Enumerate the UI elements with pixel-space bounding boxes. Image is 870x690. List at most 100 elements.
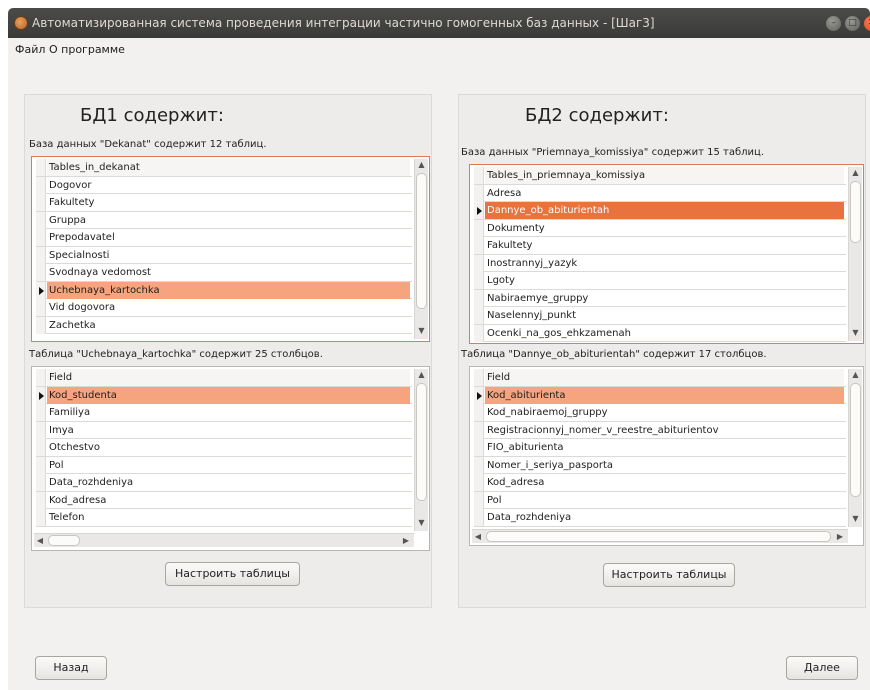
db1-column-row[interactable]: Kod_adresa xyxy=(36,491,412,509)
db1-tables-vscroll[interactable]: ▲ ▼ xyxy=(414,159,428,339)
db1-configure-button[interactable]: Настроить таблицы xyxy=(165,562,300,586)
db1-column-cell[interactable]: Otchestvo xyxy=(47,439,410,456)
db2-tables-vscroll[interactable]: ▲ ▼ xyxy=(848,167,862,341)
row-indicator[interactable] xyxy=(36,299,46,316)
scroll-up-icon[interactable]: ▲ xyxy=(415,159,428,171)
db2-column-row[interactable]: Data_rozhdeniya xyxy=(474,509,846,527)
db1-table-cell[interactable]: Svodnaya vedomost xyxy=(47,264,410,281)
scroll-left-icon[interactable]: ◀ xyxy=(472,530,484,543)
db2-table-row[interactable]: Dannye_ob_abiturientah xyxy=(474,202,846,220)
row-indicator[interactable] xyxy=(474,254,484,272)
row-indicator[interactable] xyxy=(36,316,46,334)
db2-table-row[interactable]: Naselennyj_punkt xyxy=(474,307,846,325)
db1-table-cell[interactable]: Vid dogovora xyxy=(47,299,410,316)
db2-table-cell[interactable]: Dokumenty xyxy=(485,220,844,237)
row-indicator[interactable] xyxy=(474,237,484,254)
db1-column-row[interactable]: Telefon xyxy=(36,509,412,527)
scroll-thumb[interactable] xyxy=(850,383,861,497)
db1-tables-grid[interactable]: Tables_in_dekanat Dogovor Fakultety Gruppa… xyxy=(31,156,430,342)
scroll-down-icon[interactable]: ▼ xyxy=(415,517,428,529)
db2-tables-grid[interactable]: Tables_in_priemnaya_komissiya Adresa Dann… xyxy=(469,164,864,344)
row-indicator[interactable] xyxy=(474,404,484,421)
db2-table-row[interactable]: Fakultety xyxy=(474,237,846,255)
db1-column-cell[interactable]: Imya xyxy=(47,422,410,439)
row-indicator[interactable] xyxy=(474,439,484,456)
row-indicator[interactable] xyxy=(474,307,484,324)
db2-column-row[interactable]: Kod_abiturienta xyxy=(474,386,846,404)
db1-table-row[interactable]: Svodnaya vedomost xyxy=(36,264,412,282)
row-indicator[interactable] xyxy=(474,184,484,202)
scroll-right-icon[interactable]: ▶ xyxy=(400,534,412,547)
scroll-thumb[interactable] xyxy=(850,181,861,243)
db1-table-cell[interactable]: Fakultety xyxy=(47,194,410,211)
db1-column-cell[interactable]: Pol xyxy=(47,457,410,474)
current-row-arrow-icon[interactable] xyxy=(474,202,484,219)
row-indicator[interactable] xyxy=(36,229,46,246)
db2-table-cell[interactable]: Naselennyj_punkt xyxy=(485,307,844,324)
row-indicator[interactable] xyxy=(36,509,46,526)
db1-table-row[interactable]: Prepodavatel xyxy=(36,229,412,247)
db1-columns-grid[interactable]: Field Kod_studenta Familiya Imya Otchestvo P… xyxy=(31,366,430,551)
row-indicator[interactable] xyxy=(36,474,46,491)
db2-table-row[interactable]: Adresa xyxy=(474,184,846,202)
db2-column-row[interactable]: Registracionnyj_nomer_v_reestre_abiturie… xyxy=(474,421,846,439)
db1-column-row[interactable]: Imya xyxy=(36,421,412,439)
db1-table-row[interactable]: Fakultety xyxy=(36,194,412,212)
scroll-up-icon[interactable]: ▲ xyxy=(415,369,428,381)
scroll-up-icon[interactable]: ▲ xyxy=(849,167,862,179)
row-indicator[interactable] xyxy=(36,211,46,229)
db2-table-cell[interactable]: Ocenki_na_gos_ehkzamenah xyxy=(485,325,844,342)
db1-column-row[interactable]: Pol xyxy=(36,456,412,474)
db1-table-cell[interactable]: Specialnosti xyxy=(47,247,410,264)
db1-column-row[interactable]: Kod_studenta xyxy=(36,386,412,404)
db2-column-cell[interactable]: Kod_nabiraemoj_gruppy xyxy=(485,404,844,421)
db1-table-cell[interactable]: Dogovor xyxy=(47,177,410,194)
scroll-down-icon[interactable]: ▼ xyxy=(849,513,862,525)
scroll-right-icon[interactable]: ▶ xyxy=(834,530,846,543)
db2-table-cell[interactable]: Lgoty xyxy=(485,272,844,289)
db2-table-row[interactable]: Inostrannyj_yazyk xyxy=(474,254,846,272)
row-indicator[interactable] xyxy=(36,264,46,281)
db2-table-row[interactable]: Nabiraemye_gruppy xyxy=(474,289,846,307)
scroll-thumb[interactable] xyxy=(486,531,831,542)
db1-table-row[interactable]: Gruppa xyxy=(36,211,412,229)
scroll-down-icon[interactable]: ▼ xyxy=(415,325,428,337)
db1-columns-hscroll[interactable]: ◀ ▶ xyxy=(34,533,414,547)
db1-table-cell[interactable]: Zachetka xyxy=(47,317,410,334)
scroll-down-icon[interactable]: ▼ xyxy=(849,327,862,339)
row-indicator[interactable] xyxy=(474,219,484,237)
db2-column-cell[interactable]: Kod_adresa xyxy=(485,474,844,491)
db2-column-cell[interactable]: Nomer_i_seriya_pasporta xyxy=(485,457,844,474)
row-indicator[interactable] xyxy=(36,421,46,439)
back-button[interactable]: Назад xyxy=(35,656,107,680)
db2-column-row[interactable]: Nomer_i_seriya_pasporta xyxy=(474,456,846,474)
db2-columns-vscroll[interactable]: ▲ ▼ xyxy=(848,369,862,527)
row-indicator[interactable] xyxy=(36,439,46,456)
row-indicator[interactable] xyxy=(474,272,484,289)
row-indicator[interactable] xyxy=(474,289,484,307)
db2-table-cell[interactable]: Inostrannyj_yazyk xyxy=(485,255,844,272)
db2-column-cell[interactable]: Pol xyxy=(485,492,844,509)
db1-table-cell[interactable]: Uchebnaya_kartochka xyxy=(47,281,410,299)
row-indicator[interactable] xyxy=(36,404,46,421)
db2-table-cell[interactable]: Nabiraemye_gruppy xyxy=(485,290,844,307)
scroll-up-icon[interactable]: ▲ xyxy=(849,369,862,381)
db2-column-cell[interactable]: Registracionnyj_nomer_v_reestre_abiturie… xyxy=(485,422,844,439)
db1-column-row[interactable]: Data_rozhdeniya xyxy=(36,474,412,492)
db2-column-row[interactable]: Pol xyxy=(474,491,846,509)
db1-table-row[interactable]: Uchebnaya_kartochka xyxy=(36,281,412,299)
db1-column-cell[interactable]: Familiya xyxy=(47,404,410,421)
row-indicator[interactable] xyxy=(36,194,46,211)
scroll-thumb[interactable] xyxy=(48,535,80,546)
db1-column-cell[interactable]: Telefon xyxy=(47,509,410,526)
row-indicator[interactable] xyxy=(474,456,484,474)
db2-column-cell[interactable]: Data_rozhdeniya xyxy=(485,509,844,526)
db1-table-row[interactable]: Zachetka xyxy=(36,316,412,334)
db2-table-row[interactable]: Dokumenty xyxy=(474,219,846,237)
db1-column-row[interactable]: Otchestvo xyxy=(36,439,412,457)
next-button[interactable]: Далее xyxy=(786,656,858,680)
row-indicator[interactable] xyxy=(36,246,46,264)
row-indicator[interactable] xyxy=(36,456,46,474)
row-indicator[interactable] xyxy=(474,474,484,491)
row-indicator[interactable] xyxy=(474,421,484,439)
